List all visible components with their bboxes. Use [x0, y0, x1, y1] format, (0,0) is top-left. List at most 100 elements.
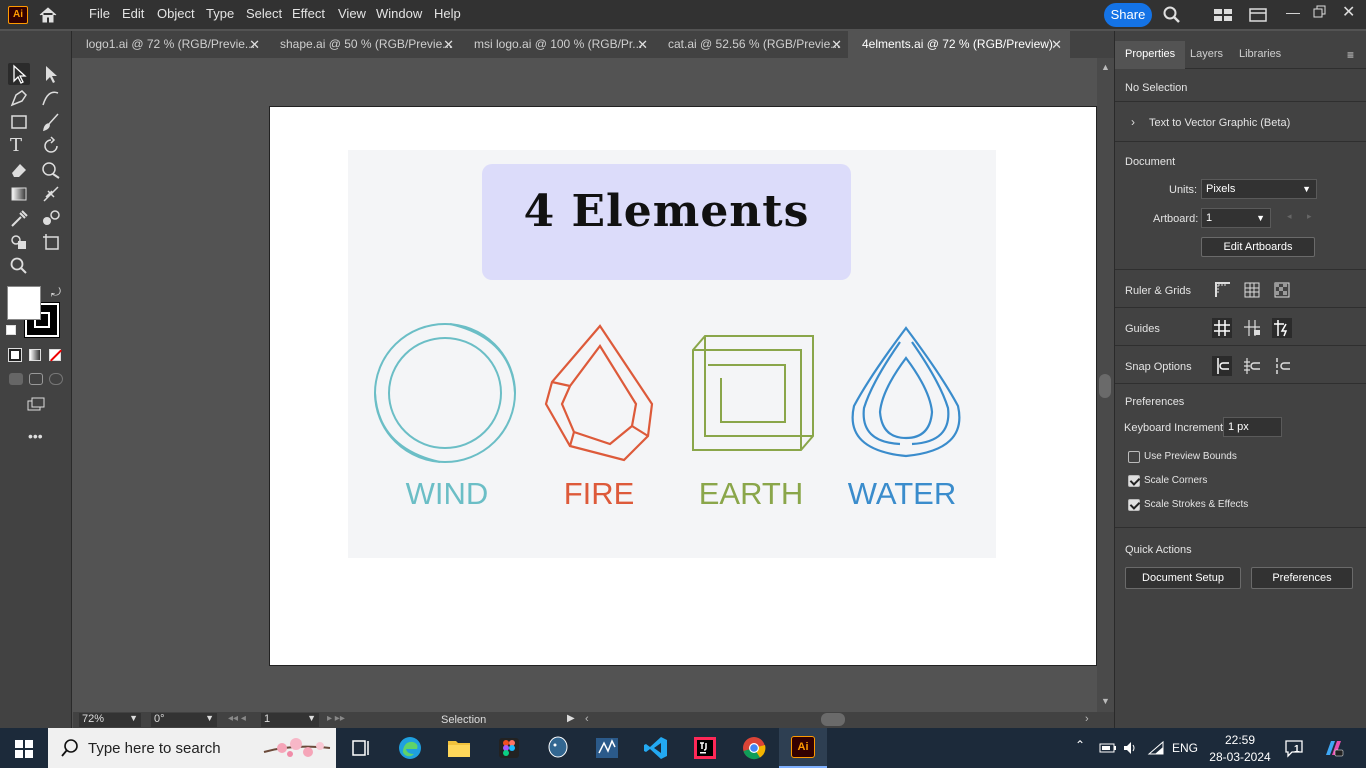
draw-behind-icon[interactable]: [29, 373, 43, 385]
intellij-icon[interactable]: [692, 735, 718, 761]
gradient-mode-icon[interactable]: [29, 349, 41, 361]
rotation-field[interactable]: 0° ▼: [151, 713, 217, 727]
taskbar-search[interactable]: Type here to search: [48, 728, 336, 768]
swap-colors-icon[interactable]: ⤾: [51, 285, 61, 300]
selection-tool-icon[interactable]: [8, 63, 30, 85]
rotate-tool-icon[interactable]: [40, 135, 62, 157]
artboard-dropdown[interactable]: 1 ▼: [1201, 208, 1271, 228]
menu-edit[interactable]: Edit: [122, 6, 144, 21]
mesh-tool-icon[interactable]: [40, 183, 62, 205]
fill-swatch-front[interactable]: [7, 286, 41, 320]
workspace-icon[interactable]: [1248, 7, 1268, 23]
menu-view[interactable]: View: [338, 6, 366, 21]
menu-help[interactable]: Help: [434, 6, 461, 21]
volume-icon[interactable]: [1122, 740, 1138, 756]
panel-menu-icon[interactable]: ≡: [1347, 48, 1354, 62]
wifi-icon[interactable]: [1147, 740, 1165, 756]
warp-tool-icon[interactable]: [40, 159, 62, 181]
eyedropper-tool-icon[interactable]: [8, 207, 30, 229]
close-tab-icon[interactable]: ✕: [443, 31, 454, 58]
edit-artboards-button[interactable]: Edit Artboards: [1201, 237, 1315, 257]
minimize-icon[interactable]: —: [1286, 4, 1300, 20]
menu-file[interactable]: File: [89, 6, 110, 21]
mysql-workbench-icon[interactable]: [594, 735, 620, 761]
scale-corners-checkbox[interactable]: [1128, 475, 1140, 487]
arrange-documents-icon[interactable]: [1213, 7, 1233, 23]
tab-layers[interactable]: Layers: [1190, 48, 1223, 60]
copilot-icon[interactable]: [1322, 737, 1344, 759]
close-tab-icon[interactable]: ✕: [1051, 31, 1062, 58]
vscode-icon[interactable]: [643, 735, 669, 761]
artboard-nav-field[interactable]: 1 ▼: [261, 713, 319, 727]
use-preview-bounds-checkbox[interactable]: [1128, 451, 1140, 463]
tab-msi-logo[interactable]: msi logo.ai @ 100 % (RGB/Pr... ✕: [460, 31, 656, 58]
home-icon[interactable]: [38, 5, 58, 25]
gradient-tool-icon[interactable]: [8, 183, 30, 205]
status-menu-icon[interactable]: ▶: [567, 713, 575, 724]
guides-icon[interactable]: [1212, 318, 1232, 338]
artboard-tool-icon[interactable]: [40, 231, 62, 253]
prev-artboard-icon[interactable]: ◂◂ ◂: [228, 713, 246, 724]
close-tab-icon[interactable]: ✕: [831, 31, 842, 58]
menu-window[interactable]: Window: [376, 6, 422, 21]
document-setup-button[interactable]: Document Setup: [1125, 567, 1241, 589]
default-colors-icon[interactable]: [6, 325, 16, 335]
color-mode-icon[interactable]: [8, 348, 22, 362]
keyboard-increment-input[interactable]: 1 px: [1223, 417, 1282, 437]
tab-logo1[interactable]: logo1.ai @ 72 % (RGB/Previe... ✕: [72, 31, 268, 58]
more-tools-icon[interactable]: •••: [28, 428, 43, 444]
preferences-button[interactable]: Preferences: [1251, 567, 1353, 589]
none-mode-icon[interactable]: [49, 349, 63, 362]
clock-date[interactable]: 28-03-2024: [1205, 750, 1275, 764]
chevron-right-icon[interactable]: ›: [1131, 115, 1135, 129]
zoom-field[interactable]: 72% ▼: [79, 713, 141, 727]
menu-effect[interactable]: Effect: [292, 6, 325, 21]
units-dropdown[interactable]: Pixels ▼: [1201, 179, 1317, 199]
language-indicator[interactable]: ENG: [1172, 741, 1198, 755]
eraser-tool-icon[interactable]: [8, 159, 30, 181]
grid-icon[interactable]: [1242, 280, 1262, 300]
file-explorer-icon[interactable]: [446, 735, 472, 761]
scroll-left-icon[interactable]: ‹: [585, 713, 589, 725]
chrome-icon[interactable]: [741, 735, 767, 761]
scale-strokes-checkbox[interactable]: [1128, 499, 1140, 511]
menu-select[interactable]: Select: [246, 6, 282, 21]
share-button[interactable]: Share: [1104, 3, 1152, 27]
tab-libraries[interactable]: Libraries: [1239, 48, 1281, 60]
restore-icon[interactable]: [1313, 5, 1327, 19]
next-artboard-panel-icon[interactable]: ▸: [1307, 211, 1312, 222]
illustrator-taskbar-button[interactable]: Ai: [779, 728, 827, 768]
screen-mode-icon[interactable]: [25, 394, 47, 416]
postgresql-icon[interactable]: [545, 735, 571, 761]
close-window-icon[interactable]: ✕: [1342, 2, 1355, 22]
snap-to-pixel-icon[interactable]: [1272, 356, 1292, 376]
smart-guides-icon[interactable]: [1272, 318, 1292, 338]
edge-icon[interactable]: [397, 735, 423, 761]
paintbrush-tool-icon[interactable]: [40, 111, 62, 133]
close-tab-icon[interactable]: ✕: [249, 31, 260, 58]
tab-properties[interactable]: Properties: [1125, 48, 1175, 60]
type-tool-icon[interactable]: T: [10, 135, 32, 157]
vertical-scrollbar[interactable]: ▲ ▼: [1097, 58, 1114, 712]
direct-selection-tool-icon[interactable]: [40, 63, 62, 85]
prev-artboard-panel-icon[interactable]: ◂: [1287, 211, 1292, 222]
tab-shape[interactable]: shape.ai @ 50 % (RGB/Previe... ✕: [266, 31, 462, 58]
draw-normal-icon[interactable]: [9, 373, 23, 385]
battery-icon[interactable]: [1099, 742, 1117, 754]
pen-tool-icon[interactable]: [8, 87, 30, 109]
draw-inside-icon[interactable]: [49, 373, 63, 385]
task-view-icon[interactable]: [348, 735, 374, 761]
horizontal-scroll-thumb[interactable]: [821, 713, 845, 726]
text-to-vector-link[interactable]: Text to Vector Graphic (Beta): [1149, 117, 1290, 129]
rectangle-tool-icon[interactable]: [8, 111, 30, 133]
curvature-tool-icon[interactable]: [40, 87, 62, 109]
figma-icon[interactable]: [496, 735, 522, 761]
close-tab-icon[interactable]: ✕: [637, 31, 648, 58]
show-hidden-icons[interactable]: ⌃: [1075, 738, 1085, 752]
lock-guides-icon[interactable]: [1242, 318, 1262, 338]
search-icon[interactable]: [1162, 5, 1182, 25]
zoom-tool-icon[interactable]: [8, 255, 30, 277]
snap-to-point-icon[interactable]: [1212, 356, 1232, 376]
scroll-down-icon[interactable]: ▼: [1101, 696, 1110, 706]
next-artboard-icon[interactable]: ▸ ▸▸: [327, 713, 345, 724]
